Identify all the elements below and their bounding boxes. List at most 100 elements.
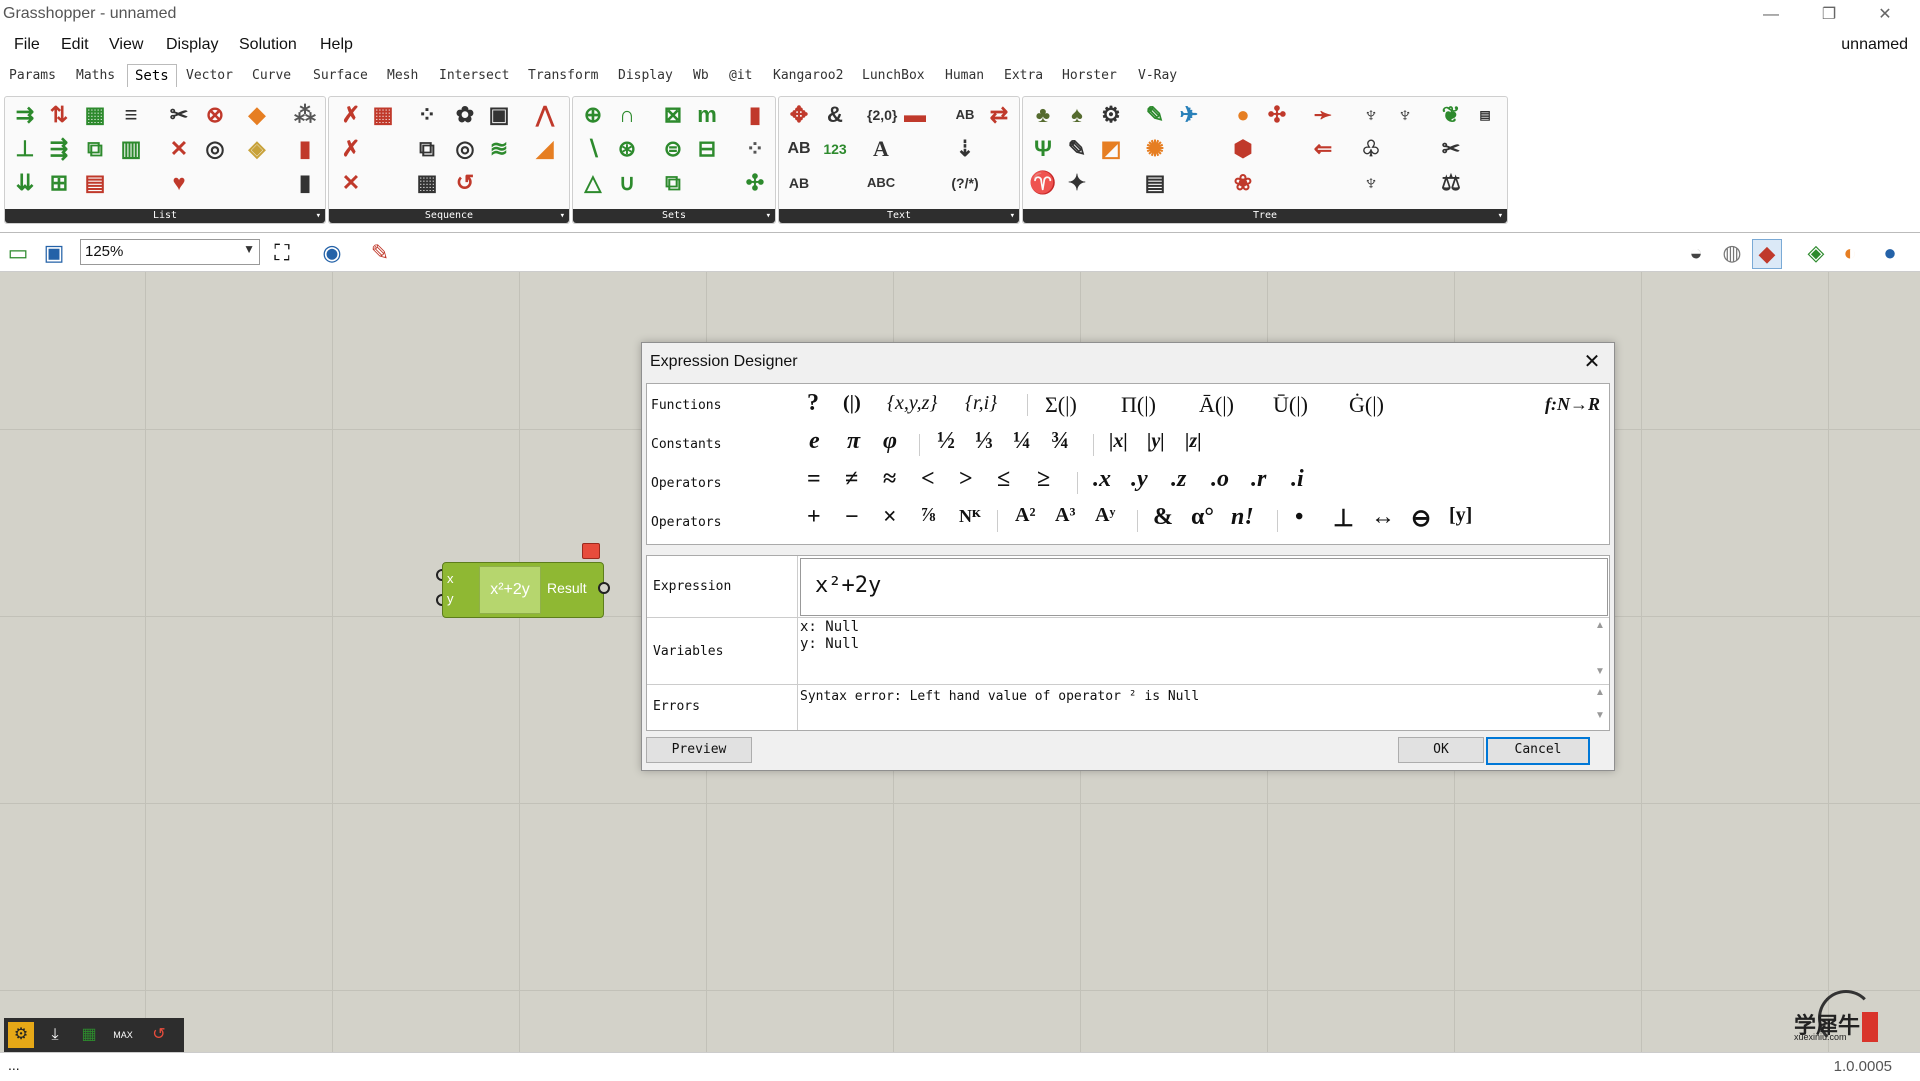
tab-horster[interactable]: Horster: [1062, 68, 1117, 83]
restore-button[interactable]: ❐: [1812, 2, 1846, 28]
partition-list-icon[interactable]: ▦: [81, 101, 109, 129]
tab-sets[interactable]: Sets: [127, 64, 177, 87]
menu-edit[interactable]: Edit: [61, 36, 89, 54]
set-majority-icon[interactable]: ⊜: [659, 135, 687, 163]
text-trim-icon[interactable]: A: [867, 135, 895, 163]
merge-icon[interactable]: ✈: [1175, 101, 1203, 129]
match-tree-icon[interactable]: ◩: [1097, 135, 1125, 163]
panel-expand-icon[interactable]: ▾: [1010, 209, 1015, 223]
dialog-close-button[interactable]: ✕: [1578, 348, 1606, 376]
const-e[interactable]: e: [809, 428, 820, 455]
variables-scroll-up-icon[interactable]: ▲: [1593, 620, 1607, 631]
list-range-icon[interactable]: ▤: [81, 169, 109, 197]
preview-button[interactable]: Preview: [646, 737, 752, 763]
const-three-quarters[interactable]: ¾: [1051, 428, 1069, 455]
op-parallel[interactable]: ↔: [1371, 504, 1395, 531]
const-third[interactable]: ⅓: [975, 428, 993, 455]
fn-brackets[interactable]: (|): [843, 392, 861, 415]
insert-items-icon[interactable]: ≡: [117, 101, 145, 129]
fn-product[interactable]: Π(|): [1121, 392, 1156, 418]
op-factorial[interactable]: n!: [1231, 504, 1254, 531]
shift-paths-icon[interactable]: ❦: [1437, 101, 1465, 129]
tree-statistics-icon[interactable]: ✣: [1263, 101, 1291, 129]
split-tree-icon[interactable]: ⇐: [1309, 135, 1337, 163]
list-length-icon[interactable]: ⇅: [45, 101, 73, 129]
cancel-button[interactable]: Cancel: [1486, 737, 1590, 765]
member-r[interactable]: .r: [1251, 466, 1266, 493]
tab-wb[interactable]: Wb: [693, 68, 709, 83]
find-similar-icon[interactable]: ⁘: [741, 135, 769, 163]
combine-data-icon[interactable]: ⁂: [291, 101, 319, 129]
errors-scroll-down-icon[interactable]: ▼: [1593, 710, 1607, 721]
entwine-icon[interactable]: ⬢: [1229, 135, 1257, 163]
stream-gate-icon[interactable]: ✺: [1141, 135, 1169, 163]
tab-lunchbox[interactable]: LunchBox: [862, 68, 925, 83]
op-equals[interactable]: =: [807, 466, 821, 493]
const-half[interactable]: ½: [937, 428, 955, 455]
abs-x[interactable]: |x|: [1109, 430, 1128, 453]
op-power[interactable]: Nᴷ: [959, 506, 981, 527]
variables-scroll-down-icon[interactable]: ▼: [1593, 666, 1607, 677]
stream-filter-icon[interactable]: ➛: [1309, 101, 1337, 129]
balance-icon[interactable]: ⚖: [1437, 169, 1465, 197]
op-approx[interactable]: ≈: [883, 466, 896, 493]
set-intersection-icon[interactable]: ∩: [613, 101, 641, 129]
zoom-extents-icon[interactable]: ⛶: [268, 239, 296, 267]
sort-list-icon[interactable]: ◈: [243, 135, 271, 163]
op-cube[interactable]: A³: [1055, 504, 1075, 527]
menu-view[interactable]: View: [109, 36, 143, 54]
construct-path-icon[interactable]: ♈: [1029, 169, 1057, 197]
shift-list-icon[interactable]: ✂: [165, 101, 193, 129]
jitter-icon[interactable]: ✿: [451, 101, 479, 129]
preview-eye-icon[interactable]: ◉: [318, 239, 346, 267]
op-less-equal[interactable]: ≤: [997, 466, 1010, 493]
menu-display[interactable]: Display: [166, 36, 218, 54]
text-on-surface-icon[interactable]: (?/*): [951, 169, 979, 197]
member-index-icon[interactable]: m: [693, 101, 721, 129]
unflatten-tree-icon[interactable]: ♧: [1357, 135, 1385, 163]
tree-branch-icon[interactable]: ♆: [1357, 101, 1385, 129]
prune-tree-icon[interactable]: ●: [1229, 101, 1257, 129]
tab-vector[interactable]: Vector: [186, 68, 233, 83]
op-not-equal[interactable]: ≠: [845, 466, 858, 493]
cull-index-seq-icon[interactable]: ✕: [337, 169, 365, 197]
panel-expand-icon[interactable]: ▾: [316, 209, 321, 223]
fn-vector[interactable]: {x,y,z}: [887, 392, 937, 415]
tab-at-it[interactable]: @it: [729, 68, 752, 83]
sort-text-icon[interactable]: ⇣: [951, 135, 979, 163]
flatten-tree-icon[interactable]: ♠: [1063, 101, 1091, 129]
random-icon[interactable]: ▦: [413, 169, 441, 197]
fn-complex[interactable]: {r,i}: [965, 392, 997, 415]
trim-tree-icon[interactable]: ✂: [1437, 135, 1465, 163]
key-value-icon[interactable]: ⊟: [693, 135, 721, 163]
menu-help[interactable]: Help: [320, 36, 353, 54]
cull-nth-icon[interactable]: ✗: [337, 101, 365, 129]
sub-list-icon[interactable]: ⊞: [45, 169, 73, 197]
text-distance-icon[interactable]: 123: [821, 135, 849, 163]
simplify-tree-icon[interactable]: ⚙: [1097, 101, 1125, 129]
sketch-pen-icon[interactable]: ✎: [366, 239, 394, 267]
const-pi[interactable]: π: [847, 428, 860, 455]
tab-surface[interactable]: Surface: [313, 68, 368, 83]
text-format-icon[interactable]: {2,0}: [867, 101, 897, 129]
fn-mean[interactable]: Ū(|): [1273, 392, 1308, 418]
replace-members-icon[interactable]: ⊛: [613, 135, 641, 163]
series-icon[interactable]: ▣: [485, 101, 513, 129]
op-minus[interactable]: −: [845, 504, 859, 531]
path-mapper-icon[interactable]: ✎: [1141, 101, 1169, 129]
graft-tree-icon[interactable]: ♣: [1029, 101, 1057, 129]
tab-params[interactable]: Params: [9, 68, 56, 83]
fn-function-list[interactable]: f:N→R: [1545, 394, 1600, 415]
preview-mesh-icon[interactable]: ◈: [1802, 239, 1830, 267]
replace-items-icon[interactable]: ⇊: [11, 169, 39, 197]
text-match-icon[interactable]: ABC: [867, 169, 895, 197]
member-o[interactable]: .o: [1211, 466, 1229, 493]
op-plus[interactable]: +: [807, 504, 821, 531]
flip-matrix-icon[interactable]: ♆: [1357, 169, 1385, 197]
expression-component[interactable]: x y x²+2y Result: [442, 562, 604, 618]
set-ud-icon[interactable]: ∪: [613, 169, 641, 197]
expression-input[interactable]: x²+2y: [800, 558, 1608, 616]
op-square[interactable]: A²: [1015, 504, 1035, 527]
ok-button[interactable]: OK: [1398, 737, 1484, 763]
text-concat-icon[interactable]: ✥: [785, 101, 813, 129]
